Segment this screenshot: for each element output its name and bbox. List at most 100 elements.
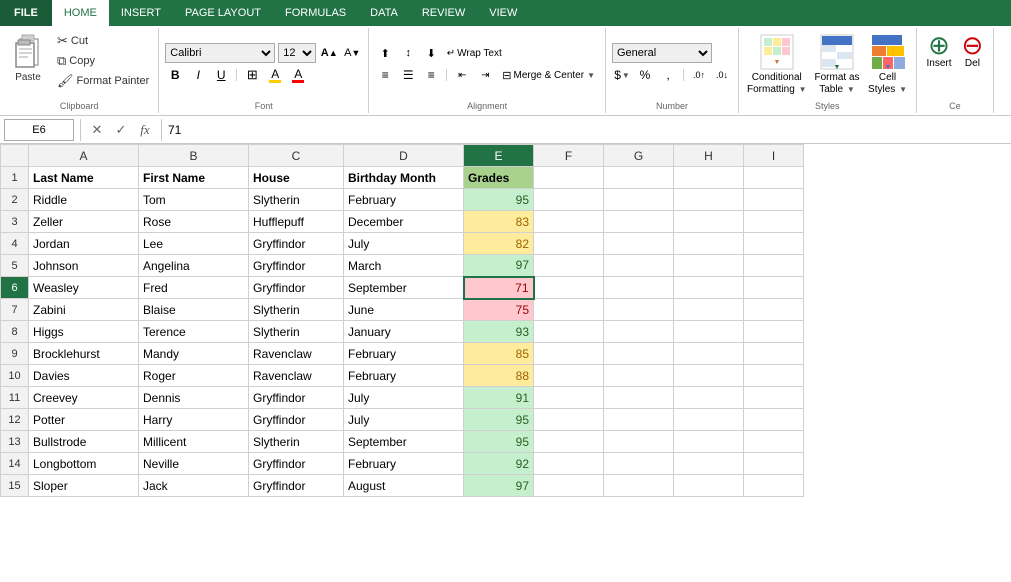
font-size-select[interactable]: 12: [278, 43, 316, 63]
cell-14-C[interactable]: Gryffindor: [249, 453, 344, 475]
cell-10-C[interactable]: Ravenclaw: [249, 365, 344, 387]
cell-9-B[interactable]: Mandy: [139, 343, 249, 365]
cell-14-extra-0[interactable]: [534, 453, 604, 475]
cell-15-B[interactable]: Jack: [139, 475, 249, 497]
font-grow-button[interactable]: A▲: [319, 43, 339, 63]
cut-button[interactable]: ✂ Cut: [54, 32, 152, 50]
spreadsheet-container[interactable]: ABCDEFGHI1Last NameFirst NameHouseBirthd…: [0, 144, 1011, 582]
cell-1-extra-3[interactable]: [744, 167, 804, 189]
cancel-formula-button[interactable]: ✕: [87, 120, 107, 140]
cell-11-extra-2[interactable]: [674, 387, 744, 409]
cell-13-D[interactable]: September: [344, 431, 464, 453]
col-header-D[interactable]: D: [344, 145, 464, 167]
cell-9-D[interactable]: February: [344, 343, 464, 365]
cell-5-D[interactable]: March: [344, 255, 464, 277]
cell-10-E[interactable]: 88: [464, 365, 534, 387]
cell-3-D[interactable]: December: [344, 211, 464, 233]
align-right-button[interactable]: ≡: [421, 65, 441, 85]
cell-1-D[interactable]: Birthday Month: [344, 167, 464, 189]
cell-6-extra-1[interactable]: [604, 277, 674, 299]
cell-14-B[interactable]: Neville: [139, 453, 249, 475]
increase-indent-button[interactable]: ⇥: [475, 65, 495, 85]
cell-5-extra-0[interactable]: [534, 255, 604, 277]
cell-2-A[interactable]: Riddle: [29, 189, 139, 211]
wrap-text-button[interactable]: ↵ Wrap Text: [444, 43, 504, 63]
cell-13-C[interactable]: Slytherin: [249, 431, 344, 453]
cell-2-extra-2[interactable]: [674, 189, 744, 211]
row-number-3[interactable]: 3: [1, 211, 29, 233]
cell-12-E[interactable]: 95: [464, 409, 534, 431]
cell-15-D[interactable]: August: [344, 475, 464, 497]
align-top-button[interactable]: ⬆: [375, 43, 395, 63]
col-header-I[interactable]: I: [744, 145, 804, 167]
cell-5-B[interactable]: Angelina: [139, 255, 249, 277]
align-bottom-button[interactable]: ⬇: [421, 43, 441, 63]
col-header-A[interactable]: A: [29, 145, 139, 167]
cell-2-extra-0[interactable]: [534, 189, 604, 211]
col-header-G[interactable]: G: [604, 145, 674, 167]
cell-4-extra-2[interactable]: [674, 233, 744, 255]
col-header-row-num[interactable]: [1, 145, 29, 167]
row-number-4[interactable]: 4: [1, 233, 29, 255]
cell-6-extra-3[interactable]: [744, 277, 804, 299]
cell-5-C[interactable]: Gryffindor: [249, 255, 344, 277]
cell-11-extra-1[interactable]: [604, 387, 674, 409]
cell-3-B[interactable]: Rose: [139, 211, 249, 233]
cell-10-extra-3[interactable]: [744, 365, 804, 387]
insert-button[interactable]: ⊕ Insert: [923, 30, 956, 71]
cell-3-A[interactable]: Zeller: [29, 211, 139, 233]
cell-3-C[interactable]: Hufflepuff: [249, 211, 344, 233]
fill-color-button[interactable]: A: [265, 65, 285, 85]
row-number-9[interactable]: 9: [1, 343, 29, 365]
cell-4-extra-3[interactable]: [744, 233, 804, 255]
cell-13-extra-1[interactable]: [604, 431, 674, 453]
row-number-2[interactable]: 2: [1, 189, 29, 211]
tab-file[interactable]: FILE: [0, 0, 52, 26]
cell-2-D[interactable]: February: [344, 189, 464, 211]
cell-7-C[interactable]: Slytherin: [249, 299, 344, 321]
row-number-13[interactable]: 13: [1, 431, 29, 453]
cell-15-extra-2[interactable]: [674, 475, 744, 497]
cell-14-E[interactable]: 92: [464, 453, 534, 475]
row-number-7[interactable]: 7: [1, 299, 29, 321]
row-number-5[interactable]: 5: [1, 255, 29, 277]
cell-13-A[interactable]: Bullstrode: [29, 431, 139, 453]
cell-8-C[interactable]: Slytherin: [249, 321, 344, 343]
cell-4-A[interactable]: Jordan: [29, 233, 139, 255]
cell-15-A[interactable]: Sloper: [29, 475, 139, 497]
cell-12-extra-1[interactable]: [604, 409, 674, 431]
decrease-decimal-button[interactable]: .0↓: [712, 65, 732, 85]
cell-12-extra-2[interactable]: [674, 409, 744, 431]
cell-11-A[interactable]: Creevey: [29, 387, 139, 409]
copy-button[interactable]: ⧉ Copy: [54, 52, 152, 70]
cell-7-extra-1[interactable]: [604, 299, 674, 321]
cell-14-extra-3[interactable]: [744, 453, 804, 475]
cell-7-extra-2[interactable]: [674, 299, 744, 321]
font-color-button[interactable]: A: [288, 65, 308, 85]
cell-6-B[interactable]: Fred: [139, 277, 249, 299]
cell-7-B[interactable]: Blaise: [139, 299, 249, 321]
cell-9-E[interactable]: 85: [464, 343, 534, 365]
cell-7-A[interactable]: Zabini: [29, 299, 139, 321]
cell-12-B[interactable]: Harry: [139, 409, 249, 431]
cell-7-E[interactable]: 75: [464, 299, 534, 321]
cell-12-extra-3[interactable]: [744, 409, 804, 431]
cell-14-D[interactable]: February: [344, 453, 464, 475]
underline-button[interactable]: U: [211, 65, 231, 85]
cell-1-extra-1[interactable]: [604, 167, 674, 189]
cell-13-extra-0[interactable]: [534, 431, 604, 453]
tab-page-layout[interactable]: PAGE LAYOUT: [173, 0, 273, 26]
align-middle-button[interactable]: ↕: [398, 43, 418, 63]
cell-5-A[interactable]: Johnson: [29, 255, 139, 277]
align-left-button[interactable]: ≡: [375, 65, 395, 85]
confirm-formula-button[interactable]: ✓: [111, 120, 131, 140]
cell-7-extra-3[interactable]: [744, 299, 804, 321]
row-number-1[interactable]: 1: [1, 167, 29, 189]
conditional-formatting-button[interactable]: ▼ Conditional Formatting ▼: [745, 30, 809, 98]
col-header-F[interactable]: F: [534, 145, 604, 167]
number-format-select[interactable]: General: [612, 43, 712, 63]
cell-9-extra-1[interactable]: [604, 343, 674, 365]
cell-8-extra-0[interactable]: [534, 321, 604, 343]
cell-1-extra-2[interactable]: [674, 167, 744, 189]
cell-4-C[interactable]: Gryffindor: [249, 233, 344, 255]
